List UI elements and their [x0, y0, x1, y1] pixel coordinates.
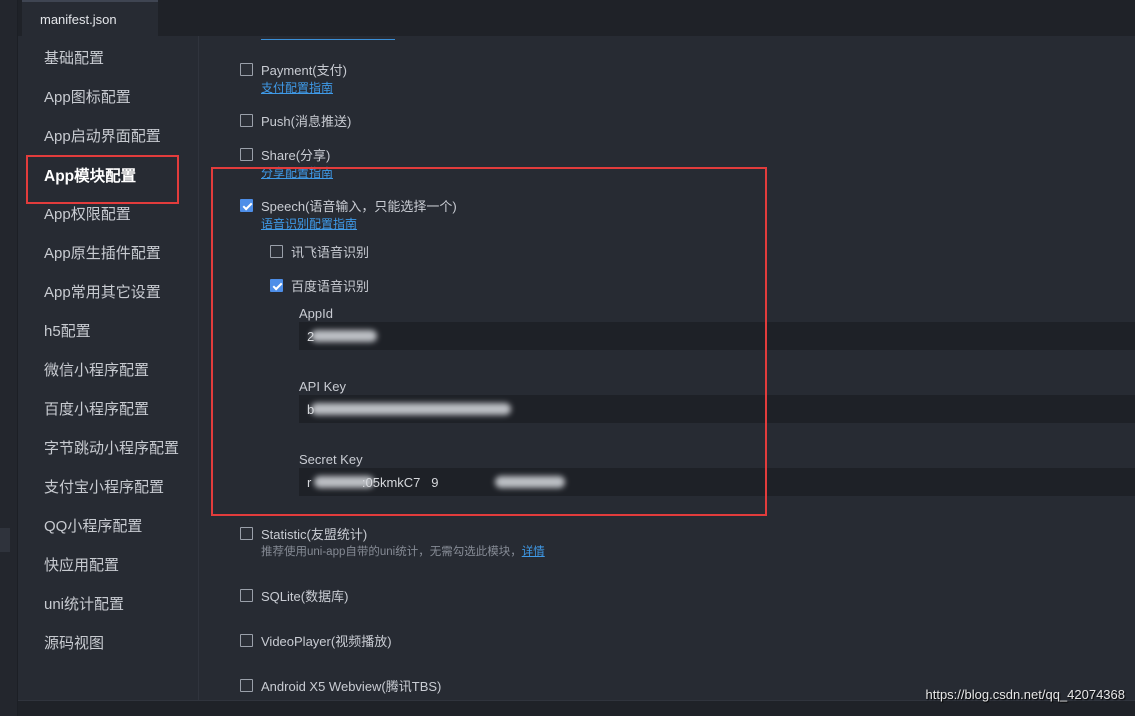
sidebar-item-toutiao-mp[interactable]: 字节跳动小程序配置: [18, 428, 199, 467]
secretkey-input[interactable]: [299, 468, 1135, 496]
scroll-indicator[interactable]: [0, 528, 10, 552]
payment-option[interactable]: Payment(支付): [240, 60, 347, 79]
sqlite-option[interactable]: SQLite(数据库): [240, 586, 348, 605]
sidebar-item-label: 百度小程序配置: [44, 401, 150, 418]
module-config-panel: Payment(支付) 支付配置指南 Push(消息推送) Share(分享) …: [200, 36, 1135, 700]
status-bar: [18, 700, 1135, 716]
speech-option[interactable]: Speech(语音输入，只能选择一个): [240, 196, 457, 215]
left-gutter: [0, 0, 18, 716]
sidebar-item-app-modules[interactable]: App模块配置: [18, 155, 199, 204]
tab-bar: manifest.json: [18, 0, 1135, 36]
statistic-hint: 推荐使用uni-app自带的uni统计，无需勾选此模块，详情: [261, 543, 545, 559]
sidebar-item-baidu-mp[interactable]: 百度小程序配置: [18, 389, 199, 428]
share-guide-link[interactable]: 分享配置指南: [261, 164, 333, 181]
sidebar-item-label: App图标配置: [44, 89, 131, 106]
sidebar-item-label: App原生插件配置: [44, 245, 161, 262]
videoplayer-option[interactable]: VideoPlayer(视频播放): [240, 631, 392, 650]
sidebar-item-label: 字节跳动小程序配置: [44, 440, 180, 457]
share-checkbox[interactable]: [240, 148, 253, 161]
sidebar-item-source-view[interactable]: 源码视图: [18, 623, 199, 662]
baidu-checkbox[interactable]: [270, 279, 283, 292]
sidebar-item-label: h5配置: [44, 323, 91, 340]
sidebar-item-app-permissions[interactable]: App权限配置: [18, 194, 199, 233]
statistic-option[interactable]: Statistic(友盟统计): [240, 524, 367, 543]
appid-label: AppId: [299, 306, 333, 321]
share-label: Share(分享): [261, 148, 331, 163]
share-option[interactable]: Share(分享): [240, 145, 330, 164]
statistic-checkbox[interactable]: [240, 527, 253, 540]
xunfei-speech-option[interactable]: 讯飞语音识别: [270, 242, 369, 261]
sidebar-item-basic[interactable]: 基础配置: [18, 38, 199, 77]
apikey-label: API Key: [299, 379, 346, 394]
sidebar-item-uni-stat[interactable]: uni统计配置: [18, 584, 199, 623]
sidebar-item-app-native-plugins[interactable]: App原生插件配置: [18, 233, 199, 272]
baidu-speech-option[interactable]: 百度语音识别: [270, 276, 369, 295]
speech-checkbox[interactable]: [240, 199, 253, 212]
sidebar-item-weixin-mp[interactable]: 微信小程序配置: [18, 350, 199, 389]
sqlite-label: SQLite(数据库): [261, 589, 349, 604]
tab-title: manifest.json: [40, 11, 117, 27]
payment-guide-link[interactable]: 支付配置指南: [261, 79, 333, 96]
xunfei-label: 讯飞语音识别: [291, 245, 370, 260]
redaction-blur: [314, 476, 374, 488]
videoplayer-label: VideoPlayer(视频播放): [261, 634, 392, 649]
sidebar-item-label: 支付宝小程序配置: [44, 479, 165, 496]
config-sidebar: 基础配置 App图标配置 App启动界面配置 App模块配置 App权限配置 A…: [18, 36, 199, 700]
statistic-label: Statistic(友盟统计): [261, 527, 368, 542]
push-option[interactable]: Push(消息推送): [240, 111, 351, 130]
baidu-label: 百度语音识别: [291, 279, 370, 294]
sidebar-item-qq-mp[interactable]: QQ小程序配置: [18, 506, 199, 545]
sqlite-checkbox[interactable]: [240, 589, 253, 602]
sidebar-item-label: App权限配置: [44, 206, 131, 223]
sidebar-item-app-other-settings[interactable]: App常用其它设置: [18, 272, 199, 311]
payment-checkbox[interactable]: [240, 63, 253, 76]
clipped-guide-link[interactable]: [261, 36, 395, 40]
watermark: https://blog.csdn.net/qq_42074368: [925, 687, 1126, 702]
secretkey-label: Secret Key: [299, 452, 363, 467]
push-label: Push(消息推送): [261, 114, 352, 129]
editor-window: manifest.json 基础配置 App图标配置 App启动界面配置 App…: [0, 0, 1135, 716]
xunfei-checkbox[interactable]: [270, 245, 283, 258]
sidebar-item-label: App模块配置: [44, 167, 137, 185]
statistic-details-link[interactable]: 详情: [522, 546, 545, 558]
sidebar-item-label: 源码视图: [44, 635, 105, 652]
sidebar-item-label: App启动界面配置: [44, 128, 161, 145]
videoplayer-checkbox[interactable]: [240, 634, 253, 647]
x5webview-option[interactable]: Android X5 Webview(腾讯TBS): [240, 676, 441, 695]
x5webview-label: Android X5 Webview(腾讯TBS): [261, 679, 442, 694]
appid-input[interactable]: [299, 322, 1135, 350]
sidebar-item-label: QQ小程序配置: [44, 518, 143, 535]
x5webview-checkbox[interactable]: [240, 679, 253, 692]
sidebar-item-label: 基础配置: [44, 50, 105, 67]
tab-manifest[interactable]: manifest.json: [22, 0, 158, 36]
speech-guide-link[interactable]: 语音识别配置指南: [261, 215, 357, 232]
redaction-blur: [311, 330, 377, 342]
push-checkbox[interactable]: [240, 114, 253, 127]
sidebar-item-app-splash[interactable]: App启动界面配置: [18, 116, 199, 155]
sidebar-item-h5[interactable]: h5配置: [18, 311, 199, 350]
sidebar-item-quickapp[interactable]: 快应用配置: [18, 545, 199, 584]
sidebar-item-label: uni统计配置: [44, 596, 125, 613]
payment-label: Payment(支付): [261, 63, 347, 78]
sidebar-item-label: 快应用配置: [44, 557, 120, 574]
speech-label: Speech(语音输入，只能选择一个): [261, 199, 457, 214]
statistic-hint-text: 推荐使用uni-app自带的uni统计，无需勾选此模块，: [261, 546, 522, 558]
sidebar-item-alipay-mp[interactable]: 支付宝小程序配置: [18, 467, 199, 506]
redaction-blur: [495, 476, 565, 488]
sidebar-item-label: App常用其它设置: [44, 284, 161, 301]
sidebar-item-label: 微信小程序配置: [44, 362, 150, 379]
redaction-blur: [311, 403, 511, 415]
sidebar-item-app-icon[interactable]: App图标配置: [18, 77, 199, 116]
